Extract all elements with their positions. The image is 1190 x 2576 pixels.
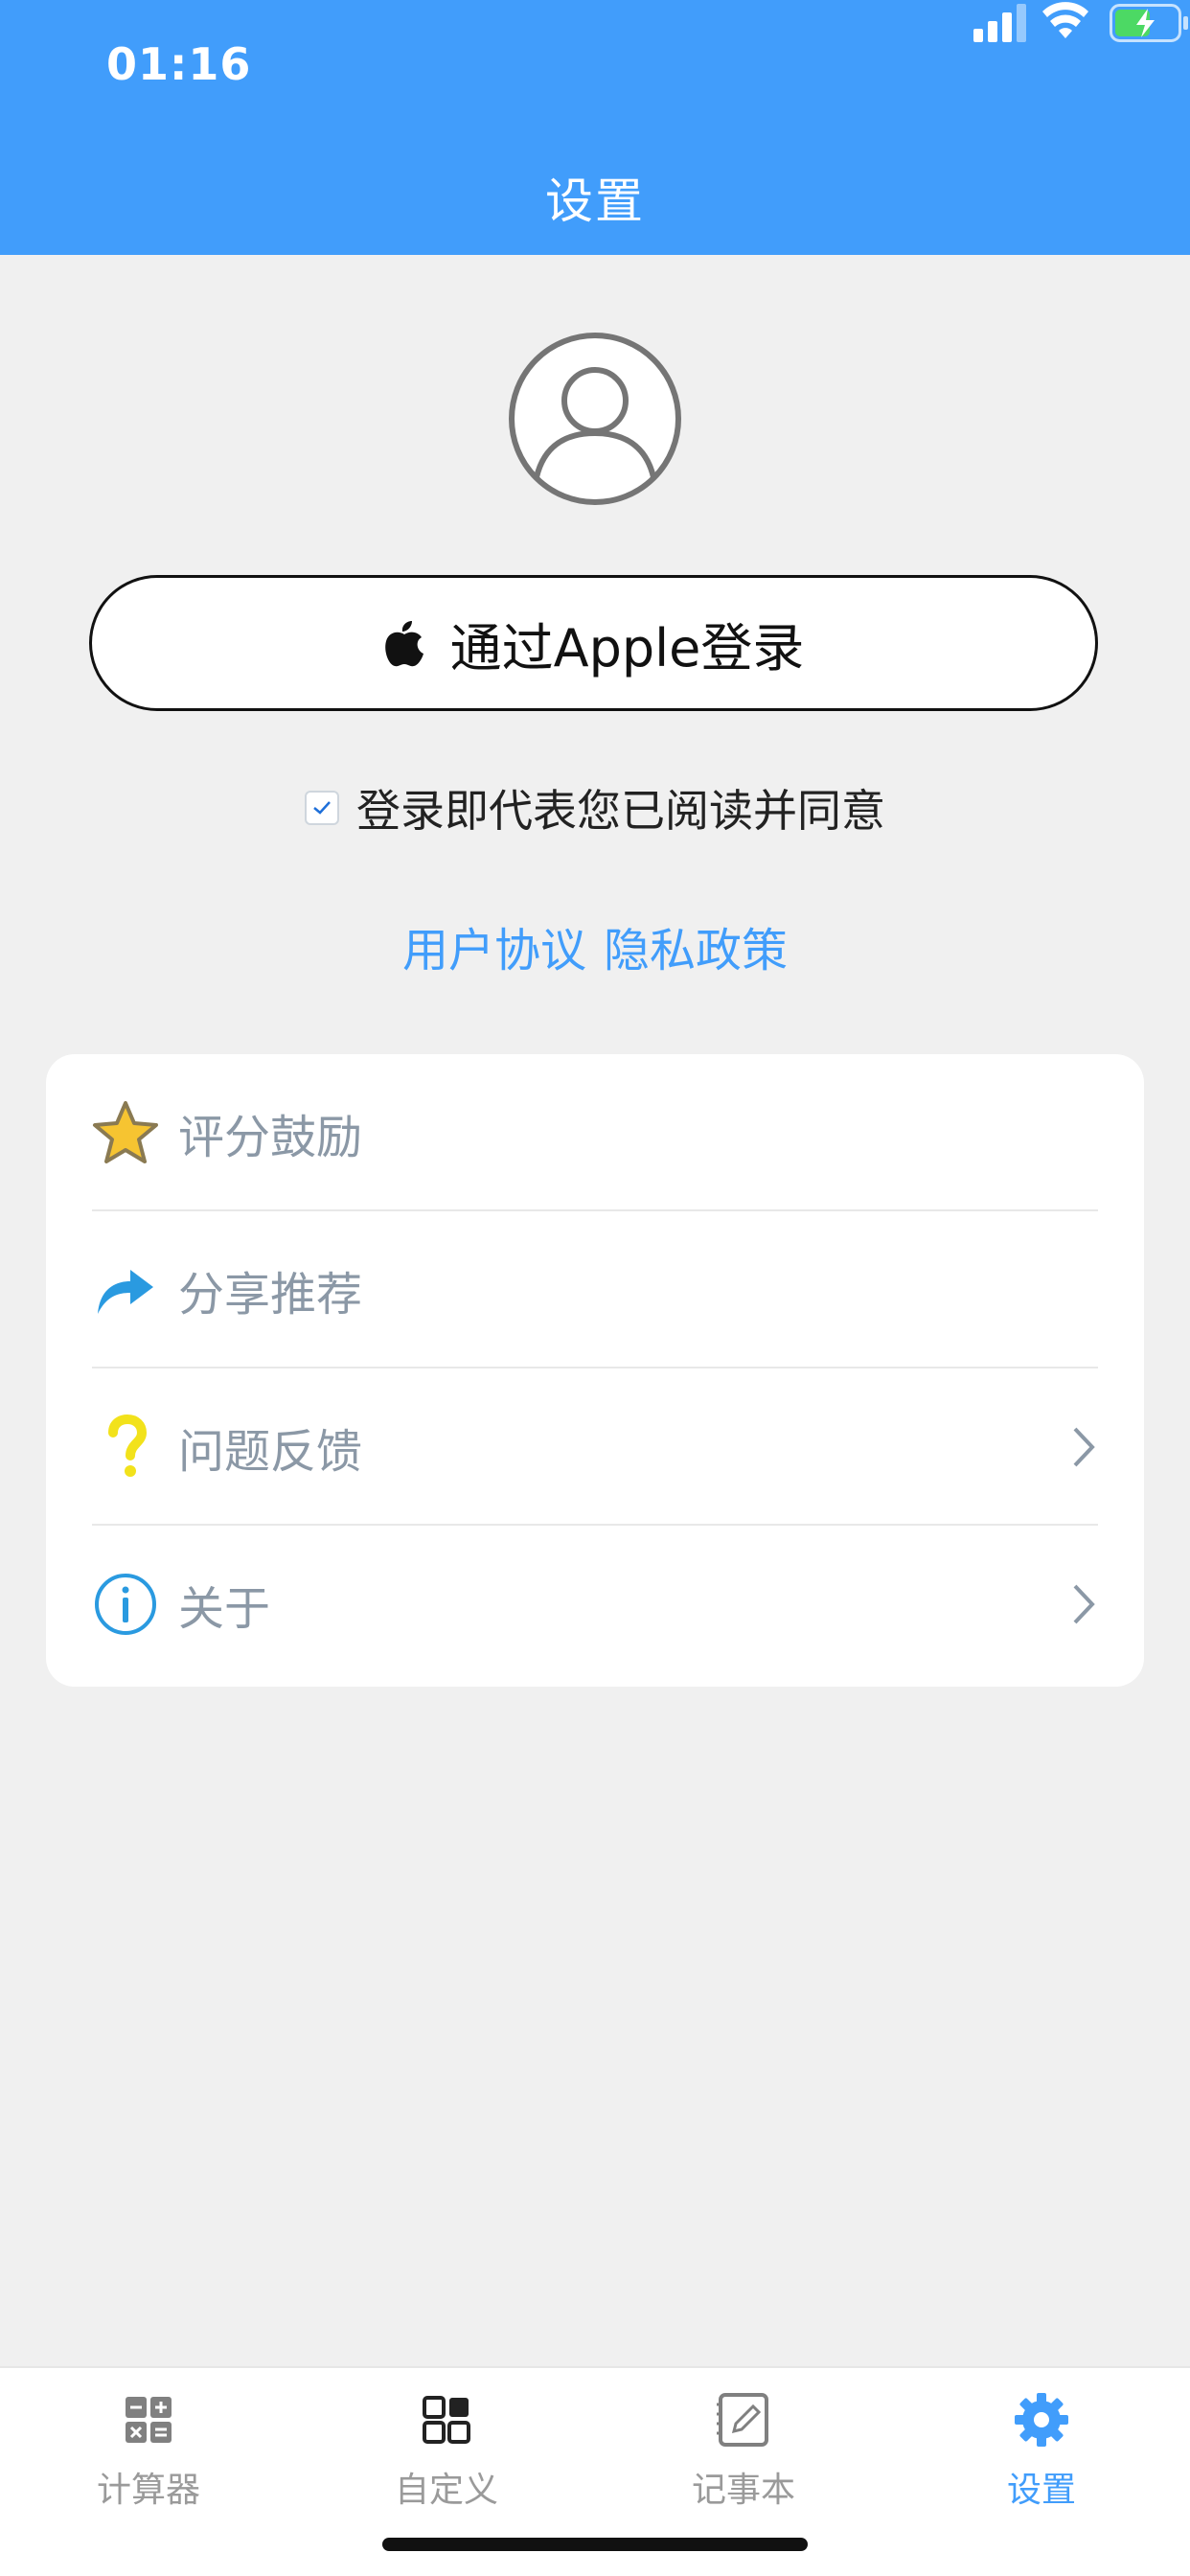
apple-logo-icon xyxy=(384,621,423,667)
menu-item-about[interactable]: 关于 xyxy=(92,1526,1098,1683)
user-agreement-link[interactable]: 用户协议 xyxy=(402,924,586,978)
battery-icon xyxy=(1110,4,1188,42)
menu-item-label: 评分鼓励 xyxy=(178,1111,363,1164)
notepad-icon xyxy=(717,2393,768,2447)
agree-checkbox[interactable] xyxy=(305,791,339,825)
page-title: 设置 xyxy=(545,173,645,229)
menu-item-label: 分享推荐 xyxy=(178,1268,363,1322)
tab-settings[interactable]: 设置 xyxy=(946,2391,1137,2512)
menu-item-label: 问题反馈 xyxy=(178,1425,363,1479)
apple-login-label: 通过Apple登录 xyxy=(449,617,805,678)
avatar-icon[interactable] xyxy=(508,332,682,506)
gear-icon xyxy=(1015,2393,1068,2447)
chevron-right-icon xyxy=(1073,1584,1095,1624)
menu-item-rate[interactable]: 评分鼓励 xyxy=(92,1054,1098,1211)
home-indicator xyxy=(382,2538,808,2551)
agree-text: 登录即代表您已阅读并同意 xyxy=(356,785,885,837)
header: 01:16 设置 xyxy=(0,0,1190,255)
tab-custom[interactable]: 自定义 xyxy=(351,2391,542,2512)
chevron-right-icon xyxy=(1073,1427,1095,1467)
status-time: 01:16 xyxy=(106,38,252,90)
tab-label: 自定义 xyxy=(394,2471,498,2510)
check-icon xyxy=(313,801,331,815)
info-icon xyxy=(95,1574,156,1635)
calculator-icon xyxy=(126,2397,172,2443)
tab-label: 设置 xyxy=(1006,2471,1076,2510)
menu-item-label: 关于 xyxy=(178,1582,271,1636)
grid-icon xyxy=(423,2396,470,2444)
tab-label: 记事本 xyxy=(691,2471,795,2510)
policy-links: 用户协议 隐私政策 xyxy=(0,912,1190,979)
agreement-row: 登录即代表您已阅读并同意 xyxy=(0,778,1190,838)
menu-item-share[interactable]: 分享推荐 xyxy=(92,1211,1098,1368)
settings-menu: 评分鼓励 分享推荐 问题反馈 关于 xyxy=(46,1054,1144,1687)
wifi-icon xyxy=(1042,2,1088,38)
signal-icon xyxy=(973,4,1026,42)
privacy-policy-link[interactable]: 隐私政策 xyxy=(604,924,788,978)
share-arrow-icon xyxy=(98,1270,153,1314)
star-icon xyxy=(93,1101,158,1163)
menu-item-feedback[interactable]: 问题反馈 xyxy=(92,1368,1098,1526)
tab-notepad[interactable]: 记事本 xyxy=(648,2391,839,2512)
apple-login-button[interactable]: 通过Apple登录 xyxy=(89,575,1098,711)
question-icon xyxy=(108,1414,148,1477)
tab-label: 计算器 xyxy=(96,2471,200,2510)
tab-calculator[interactable]: 计算器 xyxy=(53,2391,244,2512)
